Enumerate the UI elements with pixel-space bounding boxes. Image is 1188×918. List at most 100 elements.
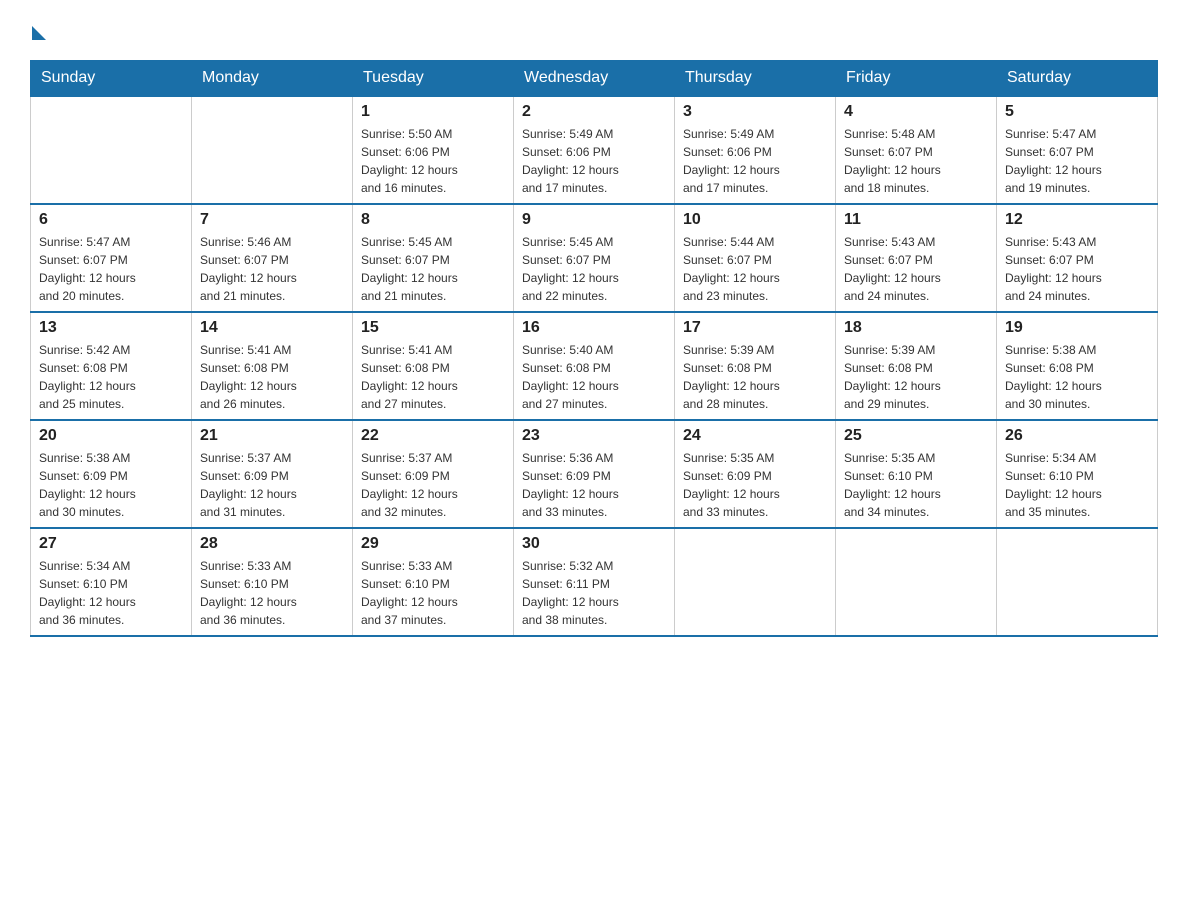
day-info: Sunrise: 5:41 AM Sunset: 6:08 PM Dayligh…	[200, 341, 344, 413]
logo	[30, 20, 46, 40]
calendar-cell: 17 Sunrise: 5:39 AM Sunset: 6:08 PM Dayli…	[675, 312, 836, 420]
calendar-cell: 5 Sunrise: 5:47 AM Sunset: 6:07 PM Daylig…	[997, 96, 1158, 204]
day-info: Sunrise: 5:33 AM Sunset: 6:10 PM Dayligh…	[361, 557, 505, 629]
day-number: 15	[361, 319, 505, 337]
weekday-header-thursday: Thursday	[675, 61, 836, 97]
week-row-2: 6Sunrise: 5:47 AM Sunset: 6:07 PM Daylig…	[31, 204, 1158, 312]
calendar-table: SundayMondayTuesdayWednesdayThursdayFrid…	[30, 60, 1158, 637]
day-info: Sunrise: 5:43 AM Sunset: 6:07 PM Dayligh…	[844, 233, 988, 305]
day-number: 26	[1005, 427, 1149, 445]
calendar-cell: 19 Sunrise: 5:38 AM Sunset: 6:08 PM Dayli…	[997, 312, 1158, 420]
day-info: Sunrise: 5:34 AM Sunset: 6:10 PM Dayligh…	[39, 557, 183, 629]
calendar-cell: 20 Sunrise: 5:38 AM Sunset: 6:09 PM Dayli…	[31, 420, 192, 528]
weekday-header-monday: Monday	[192, 61, 353, 97]
day-number: 14	[200, 319, 344, 337]
weekday-header-friday: Friday	[836, 61, 997, 97]
day-number: 3	[683, 103, 827, 121]
day-info: Sunrise: 5:41 AM Sunset: 6:08 PM Dayligh…	[361, 341, 505, 413]
day-info: Sunrise: 5:39 AM Sunset: 6:08 PM Dayligh…	[844, 341, 988, 413]
logo-triangle-icon	[32, 26, 46, 40]
week-row-5: 27 Sunrise: 5:34 AM Sunset: 6:10 PM Dayli…	[31, 528, 1158, 636]
calendar-cell: 26Sunrise: 5:34 AM Sunset: 6:10 PM Dayli…	[997, 420, 1158, 528]
day-number: 1	[361, 103, 505, 121]
day-number: 29	[361, 535, 505, 553]
day-info: Sunrise: 5:32 AM Sunset: 6:11 PM Dayligh…	[522, 557, 666, 629]
calendar-cell: 23Sunrise: 5:36 AM Sunset: 6:09 PM Dayli…	[514, 420, 675, 528]
calendar-cell: 11 Sunrise: 5:43 AM Sunset: 6:07 PM Dayli…	[836, 204, 997, 312]
day-number: 9	[522, 211, 666, 229]
calendar-cell	[675, 528, 836, 636]
day-number: 20	[39, 427, 183, 445]
day-info: Sunrise: 5:40 AM Sunset: 6:08 PM Dayligh…	[522, 341, 666, 413]
week-row-1: 1 Sunrise: 5:50 AM Sunset: 6:06 PM Daylig…	[31, 96, 1158, 204]
calendar-cell	[836, 528, 997, 636]
day-number: 12	[1005, 211, 1149, 229]
calendar-cell: 22 Sunrise: 5:37 AM Sunset: 6:09 PM Dayli…	[353, 420, 514, 528]
day-info: Sunrise: 5:39 AM Sunset: 6:08 PM Dayligh…	[683, 341, 827, 413]
day-info: Sunrise: 5:50 AM Sunset: 6:06 PM Dayligh…	[361, 125, 505, 197]
calendar-cell: 7 Sunrise: 5:46 AM Sunset: 6:07 PM Daylig…	[192, 204, 353, 312]
calendar-cell: 2Sunrise: 5:49 AM Sunset: 6:06 PM Daylig…	[514, 96, 675, 204]
day-number: 8	[361, 211, 505, 229]
day-number: 27	[39, 535, 183, 553]
day-number: 17	[683, 319, 827, 337]
calendar-cell: 30Sunrise: 5:32 AM Sunset: 6:11 PM Dayli…	[514, 528, 675, 636]
day-info: Sunrise: 5:45 AM Sunset: 6:07 PM Dayligh…	[361, 233, 505, 305]
calendar-body: 1 Sunrise: 5:50 AM Sunset: 6:06 PM Daylig…	[31, 96, 1158, 636]
weekday-header-sunday: Sunday	[31, 61, 192, 97]
day-number: 13	[39, 319, 183, 337]
weekday-header-saturday: Saturday	[997, 61, 1158, 97]
calendar-cell	[31, 96, 192, 204]
calendar-cell: 28Sunrise: 5:33 AM Sunset: 6:10 PM Dayli…	[192, 528, 353, 636]
calendar-cell: 25 Sunrise: 5:35 AM Sunset: 6:10 PM Dayli…	[836, 420, 997, 528]
day-info: Sunrise: 5:47 AM Sunset: 6:07 PM Dayligh…	[1005, 125, 1149, 197]
calendar-cell: 4Sunrise: 5:48 AM Sunset: 6:07 PM Daylig…	[836, 96, 997, 204]
day-number: 5	[1005, 103, 1149, 121]
day-number: 2	[522, 103, 666, 121]
weekday-header-wednesday: Wednesday	[514, 61, 675, 97]
day-info: Sunrise: 5:37 AM Sunset: 6:09 PM Dayligh…	[200, 449, 344, 521]
day-info: Sunrise: 5:37 AM Sunset: 6:09 PM Dayligh…	[361, 449, 505, 521]
calendar-cell: 1 Sunrise: 5:50 AM Sunset: 6:06 PM Daylig…	[353, 96, 514, 204]
calendar-cell	[997, 528, 1158, 636]
day-info: Sunrise: 5:36 AM Sunset: 6:09 PM Dayligh…	[522, 449, 666, 521]
calendar-cell	[192, 96, 353, 204]
calendar-cell: 9Sunrise: 5:45 AM Sunset: 6:07 PM Daylig…	[514, 204, 675, 312]
calendar-cell: 15 Sunrise: 5:41 AM Sunset: 6:08 PM Dayli…	[353, 312, 514, 420]
day-info: Sunrise: 5:35 AM Sunset: 6:10 PM Dayligh…	[844, 449, 988, 521]
day-info: Sunrise: 5:46 AM Sunset: 6:07 PM Dayligh…	[200, 233, 344, 305]
day-number: 11	[844, 211, 988, 229]
day-info: Sunrise: 5:38 AM Sunset: 6:09 PM Dayligh…	[39, 449, 183, 521]
calendar-cell: 13 Sunrise: 5:42 AM Sunset: 6:08 PM Dayli…	[31, 312, 192, 420]
calendar-cell: 8 Sunrise: 5:45 AM Sunset: 6:07 PM Daylig…	[353, 204, 514, 312]
day-info: Sunrise: 5:38 AM Sunset: 6:08 PM Dayligh…	[1005, 341, 1149, 413]
day-number: 22	[361, 427, 505, 445]
day-number: 28	[200, 535, 344, 553]
week-row-3: 13 Sunrise: 5:42 AM Sunset: 6:08 PM Dayli…	[31, 312, 1158, 420]
page-header	[30, 20, 1158, 40]
day-number: 7	[200, 211, 344, 229]
day-info: Sunrise: 5:49 AM Sunset: 6:06 PM Dayligh…	[683, 125, 827, 197]
calendar-cell: 21 Sunrise: 5:37 AM Sunset: 6:09 PM Dayli…	[192, 420, 353, 528]
day-info: Sunrise: 5:43 AM Sunset: 6:07 PM Dayligh…	[1005, 233, 1149, 305]
calendar-cell: 10Sunrise: 5:44 AM Sunset: 6:07 PM Dayli…	[675, 204, 836, 312]
week-row-4: 20 Sunrise: 5:38 AM Sunset: 6:09 PM Dayli…	[31, 420, 1158, 528]
calendar-cell: 27 Sunrise: 5:34 AM Sunset: 6:10 PM Dayli…	[31, 528, 192, 636]
weekday-header-row: SundayMondayTuesdayWednesdayThursdayFrid…	[31, 61, 1158, 97]
calendar-header: SundayMondayTuesdayWednesdayThursdayFrid…	[31, 61, 1158, 97]
day-number: 25	[844, 427, 988, 445]
weekday-header-tuesday: Tuesday	[353, 61, 514, 97]
day-number: 6	[39, 211, 183, 229]
day-number: 21	[200, 427, 344, 445]
day-number: 19	[1005, 319, 1149, 337]
calendar-cell: 3 Sunrise: 5:49 AM Sunset: 6:06 PM Daylig…	[675, 96, 836, 204]
day-number: 4	[844, 103, 988, 121]
calendar-cell: 18Sunrise: 5:39 AM Sunset: 6:08 PM Dayli…	[836, 312, 997, 420]
day-info: Sunrise: 5:44 AM Sunset: 6:07 PM Dayligh…	[683, 233, 827, 305]
calendar-cell: 29 Sunrise: 5:33 AM Sunset: 6:10 PM Dayli…	[353, 528, 514, 636]
day-number: 16	[522, 319, 666, 337]
calendar-cell: 12 Sunrise: 5:43 AM Sunset: 6:07 PM Dayli…	[997, 204, 1158, 312]
calendar-cell: 14 Sunrise: 5:41 AM Sunset: 6:08 PM Dayli…	[192, 312, 353, 420]
calendar-cell: 6Sunrise: 5:47 AM Sunset: 6:07 PM Daylig…	[31, 204, 192, 312]
day-info: Sunrise: 5:42 AM Sunset: 6:08 PM Dayligh…	[39, 341, 183, 413]
